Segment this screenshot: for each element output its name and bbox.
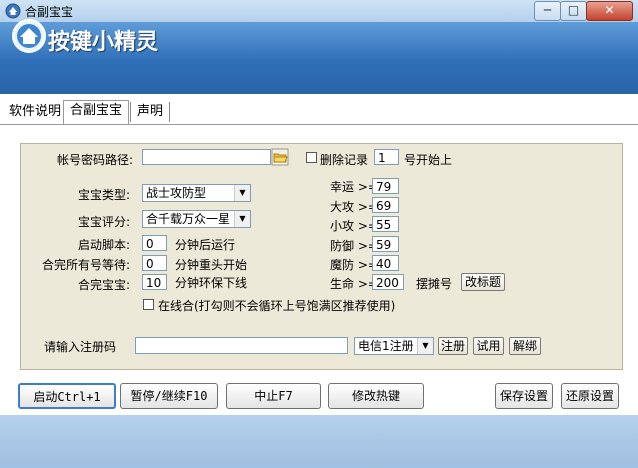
tab-merge-baby[interactable]: 合副宝宝 xyxy=(63,100,130,125)
restore-settings-button[interactable]: 还原设置 xyxy=(561,383,619,409)
stall-button[interactable]: 摆摊号 xyxy=(416,275,452,292)
chevron-down-icon: ▼ xyxy=(417,338,433,354)
folder-icon[interactable] xyxy=(271,148,289,166)
house-icon xyxy=(12,19,46,53)
register-button[interactable]: 注册 xyxy=(438,337,468,355)
start-script-label: 启动脚本: xyxy=(78,238,131,252)
stat-input-hp[interactable]: 200 xyxy=(372,274,404,290)
account-path-input[interactable] xyxy=(142,149,271,165)
online-merge-label: 在线合(打勾则不会循环上号饱满区推荐使用) xyxy=(158,299,396,313)
stat-label-luck: 幸运 >= xyxy=(330,180,378,194)
stat-label-magic-defense: 魔防 >= xyxy=(330,258,378,272)
account-path-label: 帐号密码路径: xyxy=(57,153,134,167)
modify-hotkey-button[interactable]: 修改热键 xyxy=(328,383,424,409)
minimize-button[interactable]: ─ xyxy=(534,1,561,21)
rename-title-button[interactable]: 改标题 xyxy=(461,273,505,291)
reg-code-input[interactable] xyxy=(135,337,348,354)
wait-label: 合完所有号等待: xyxy=(42,258,131,272)
online-merge-checkbox[interactable] xyxy=(143,299,154,310)
app-icon xyxy=(5,3,21,19)
maximize-button[interactable]: □ xyxy=(560,1,587,21)
tab-software-info[interactable]: 软件说明 xyxy=(3,102,67,122)
tab-statement[interactable]: 声明 xyxy=(130,102,171,122)
chevron-down-icon: ▼ xyxy=(234,211,250,227)
stat-input-min-attack[interactable]: 55 xyxy=(372,216,399,232)
start-script-input[interactable]: 0 xyxy=(142,235,167,251)
delete-record-checkbox[interactable] xyxy=(306,152,317,163)
stop-button[interactable]: 中止F7 xyxy=(226,383,321,409)
start-number-suffix: 号开始上 xyxy=(404,153,453,167)
stat-label-min-attack: 小攻 >= xyxy=(330,219,378,233)
baby-score-select[interactable]: 合千载万众一星 ▼ xyxy=(142,210,251,228)
stat-input-magic-defense[interactable]: 40 xyxy=(372,255,399,271)
banner-title: 按键小精灵 xyxy=(48,30,159,55)
wait-suffix: 分钟重头开始 xyxy=(175,258,248,272)
stat-label-hp: 生命 >= xyxy=(330,277,378,291)
start-button[interactable]: 启动Ctrl+1 xyxy=(18,383,116,409)
baby-type-label: 宝宝类型: xyxy=(78,188,131,202)
delete-record-label: 删除记录 xyxy=(320,153,369,167)
stat-input-luck[interactable]: 79 xyxy=(372,178,399,194)
server-select[interactable]: 电信1注册 ▼ xyxy=(354,337,434,355)
pause-resume-button[interactable]: 暂停/继续F10 xyxy=(120,383,218,409)
wait-input[interactable]: 0 xyxy=(142,255,167,271)
server-value: 电信1注册 xyxy=(358,339,414,353)
chevron-down-icon: ▼ xyxy=(234,185,250,201)
finish-label: 合完宝宝: xyxy=(78,278,131,292)
stat-input-max-attack[interactable]: 69 xyxy=(372,197,399,213)
reg-code-label: 请输入注册码 xyxy=(44,340,117,354)
finish-suffix: 分钟环保下线 xyxy=(175,276,248,290)
bottom-area xyxy=(0,415,638,468)
start-script-suffix: 分钟后运行 xyxy=(175,238,236,252)
trial-button[interactable]: 试用 xyxy=(473,337,504,355)
close-button[interactable]: ✕ xyxy=(586,1,633,21)
start-number-input[interactable]: 1 xyxy=(374,149,399,165)
stat-label-max-attack: 大攻 >= xyxy=(330,200,378,214)
save-settings-button[interactable]: 保存设置 xyxy=(495,383,553,409)
baby-score-value: 合千载万众一星 xyxy=(146,212,231,226)
unbind-button[interactable]: 解绑 xyxy=(509,337,541,355)
stat-input-defense[interactable]: 59 xyxy=(372,236,399,252)
stat-label-defense: 防御 >= xyxy=(330,239,378,253)
baby-type-select[interactable]: 战士攻防型 ▼ xyxy=(142,184,251,202)
baby-type-value: 战士攻防型 xyxy=(146,186,207,200)
baby-score-label: 宝宝评分: xyxy=(78,215,131,229)
finish-input[interactable]: 10 xyxy=(142,274,167,290)
